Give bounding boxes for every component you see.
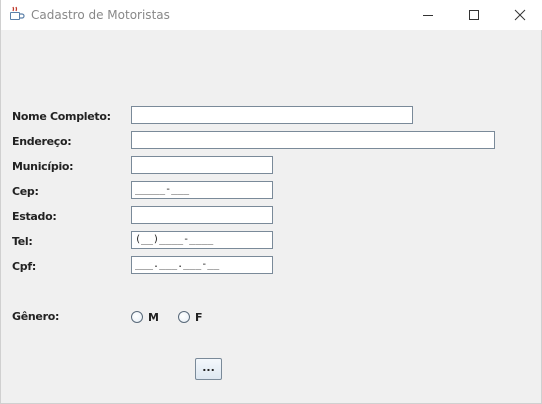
close-icon xyxy=(514,9,526,21)
radio-option-f[interactable]: F xyxy=(178,310,203,324)
minimize-icon xyxy=(423,15,433,16)
close-button[interactable] xyxy=(497,0,542,30)
nome-label: Nome Completo: xyxy=(12,110,111,123)
municipio-field[interactable] xyxy=(131,156,273,174)
maximize-icon xyxy=(469,10,479,20)
cpf-field[interactable]: ___.___.___-__ xyxy=(131,256,273,274)
cep-label: Cep: xyxy=(12,185,39,198)
maximize-button[interactable] xyxy=(451,0,497,30)
java-cup-icon xyxy=(10,6,25,20)
radio-f-label: F xyxy=(195,310,203,324)
radio-m[interactable] xyxy=(131,311,143,323)
cpf-label: Cpf: xyxy=(12,260,36,273)
radio-m-label: M xyxy=(148,310,159,324)
cep-field[interactable]: _____-___ xyxy=(131,181,273,199)
radio-option-m[interactable]: M xyxy=(131,310,159,324)
genero-label: Gênero: xyxy=(12,310,60,323)
estado-field[interactable] xyxy=(131,206,273,224)
tel-label: Tel: xyxy=(12,235,33,248)
radio-f[interactable] xyxy=(178,311,190,323)
minimize-button[interactable] xyxy=(405,0,451,30)
municipio-label: Município: xyxy=(12,160,74,173)
window-title: Cadastro de Motoristas xyxy=(31,8,170,22)
title-bar[interactable]: Cadastro de Motoristas xyxy=(1,0,542,30)
estado-label: Estado: xyxy=(12,210,57,223)
endereco-field[interactable] xyxy=(131,131,495,149)
endereco-label: Endereço: xyxy=(12,135,72,148)
window: Cadastro de Motoristas Nome Completo: En… xyxy=(0,0,542,404)
tel-field[interactable]: (__)____-____ xyxy=(131,231,273,249)
nome-field[interactable] xyxy=(131,106,413,124)
submit-button[interactable]: ... xyxy=(195,358,222,380)
